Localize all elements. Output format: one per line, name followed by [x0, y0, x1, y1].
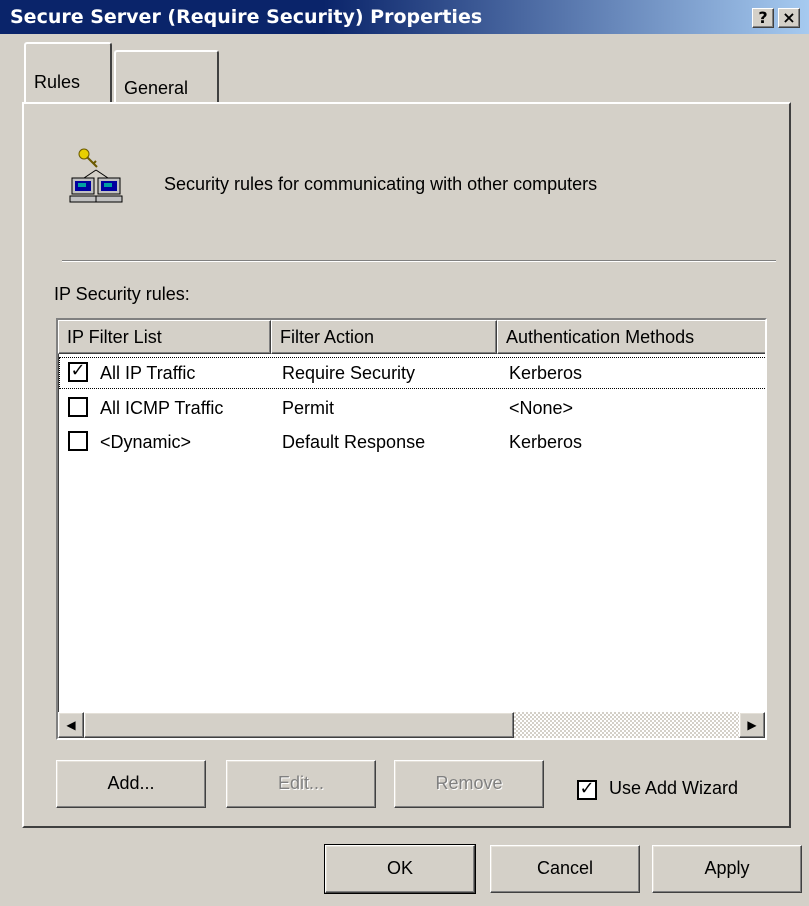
- column-headers: IP Filter List Filter Action Authenticat…: [58, 320, 765, 354]
- rule-filter-action: Default Response: [282, 432, 426, 452]
- ok-button[interactable]: OK: [324, 844, 476, 894]
- apply-button[interactable]: Apply: [652, 845, 802, 893]
- tab-general[interactable]: General: [114, 50, 219, 104]
- rule-auth-method: Kerberos: [509, 432, 583, 452]
- horizontal-scrollbar[interactable]: ◀ ▶: [58, 712, 765, 738]
- rule-auth-method: <None>: [509, 398, 574, 418]
- scroll-thumb[interactable]: [84, 712, 514, 738]
- rule-row[interactable]: All ICMP Traffic Permit <None>: [58, 391, 765, 425]
- column-header-authentication-methods[interactable]: Authentication Methods: [497, 320, 765, 354]
- edit-button[interactable]: Edit...: [226, 760, 376, 808]
- help-button[interactable]: ?: [752, 8, 774, 28]
- rule-auth-method: Kerberos: [509, 363, 583, 383]
- column-header-filter-action[interactable]: Filter Action: [271, 320, 497, 354]
- rule-filter-list: <Dynamic>: [100, 432, 192, 452]
- title-bar[interactable]: Secure Server (Require Security) Propert…: [0, 0, 809, 34]
- tab-rules-label: Rules: [34, 72, 81, 92]
- scroll-right-button[interactable]: ▶: [739, 712, 765, 738]
- scroll-left-button[interactable]: ◀: [58, 712, 84, 738]
- separator: [62, 260, 776, 262]
- add-button[interactable]: Add...: [56, 760, 206, 808]
- cancel-button[interactable]: Cancel: [490, 845, 640, 893]
- rule-filter-list: All IP Traffic: [100, 363, 196, 383]
- column-header-ip-filter-list[interactable]: IP Filter List: [58, 320, 271, 354]
- close-button[interactable]: ×: [778, 8, 800, 28]
- rule-filter-list: All ICMP Traffic: [100, 398, 224, 418]
- remove-button[interactable]: Remove: [394, 760, 544, 808]
- ip-security-rules-label: IP Security rules:: [54, 284, 190, 304]
- use-add-wizard-label: Use Add Wizard: [609, 778, 739, 798]
- rules-description: Security rules for communicating with ot…: [164, 174, 598, 194]
- rule-enabled-checkbox[interactable]: ✓: [68, 362, 88, 382]
- rules-tab-panel: Security rules for communicating with ot…: [22, 102, 791, 828]
- window-title: Secure Server (Require Security) Propert…: [10, 6, 483, 28]
- rule-filter-action: Permit: [282, 398, 335, 418]
- use-add-wizard-check[interactable]: ✓: [577, 780, 597, 800]
- rule-enabled-checkbox[interactable]: [68, 397, 88, 417]
- rule-filter-action: Require Security: [282, 363, 416, 383]
- rule-row[interactable]: <Dynamic> Default Response Kerberos: [58, 425, 765, 459]
- tab-general-label: General: [124, 78, 189, 98]
- rule-row[interactable]: ✓ All IP Traffic Require Security Kerber…: [58, 356, 765, 390]
- tab-rules[interactable]: Rules: [24, 42, 112, 102]
- ip-security-rules-list[interactable]: IP Filter List Filter Action Authenticat…: [56, 318, 767, 740]
- networked-computers-key-icon: [69, 148, 123, 203]
- rule-enabled-checkbox[interactable]: [68, 431, 88, 451]
